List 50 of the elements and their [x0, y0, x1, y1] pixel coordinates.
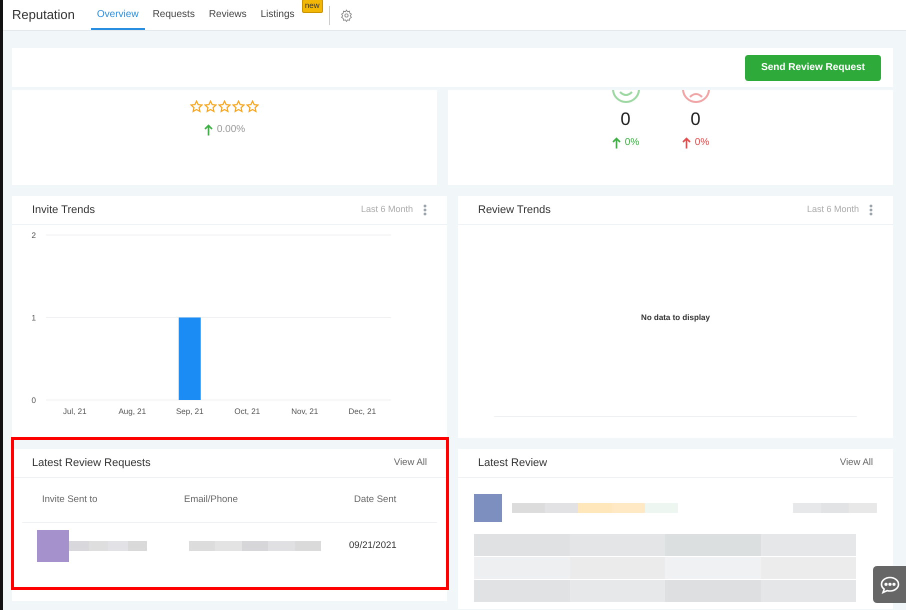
new-badge: new: [302, 0, 323, 13]
axis-tick-label: Oct, 21: [234, 407, 260, 416]
chat-button[interactable]: [873, 566, 906, 603]
avatar: [37, 530, 69, 562]
change-value: 0%: [624, 136, 640, 150]
nav-tab[interactable]: Reviews: [202, 0, 253, 30]
arrow-up-icon: [204, 124, 213, 136]
star-icon: [246, 100, 259, 113]
change-value: 0%: [694, 136, 710, 150]
star-icon: [190, 100, 203, 113]
column-header: Date Sent: [353, 492, 396, 507]
page-title: Reputation: [12, 6, 75, 24]
settings-icon[interactable]: [340, 8, 353, 22]
table-cell-text: 09/21/2021: [348, 538, 397, 553]
arrow-up-icon: [612, 136, 621, 148]
view-all-link[interactable]: View All: [840, 456, 873, 470]
nav-tab[interactable]: Overview: [90, 0, 145, 30]
card-title: Invite Trends: [32, 202, 95, 218]
axis-tick-label: Jul, 21: [62, 407, 87, 416]
chat-icon: [880, 576, 900, 594]
avatar: [474, 494, 502, 522]
period-label: Last 6 Month: [806, 203, 859, 216]
axis-tick-label: Dec, 21: [348, 407, 376, 416]
column-header: Email/Phone: [183, 492, 239, 507]
send-review-request-button[interactable]: Send Review Request: [745, 54, 881, 80]
axis-tick-label: 2: [32, 231, 36, 240]
star-icon: [232, 100, 245, 113]
axis-tick-label: 1: [32, 314, 36, 322]
card-title: Latest Review: [478, 456, 548, 471]
axis-tick-label: Nov, 21: [291, 407, 318, 416]
star-icon: [204, 100, 217, 113]
star-icon: [218, 100, 231, 113]
arrow-up-icon: [682, 136, 691, 148]
count-value: 0: [690, 108, 700, 131]
more-icon[interactable]: [423, 204, 427, 216]
count-value: 0: [620, 108, 630, 131]
axis-tick-label: Aug, 21: [118, 407, 146, 416]
card-title: Review Trends: [478, 202, 551, 218]
nav-tab[interactable]: Requests: [146, 0, 201, 30]
axis-tick-label: Sep, 21: [176, 407, 204, 416]
view-all-link[interactable]: View All: [394, 456, 427, 470]
column-header: Invite Sent to: [41, 492, 98, 507]
rating-change: 0.00%: [216, 123, 246, 137]
card-title: Latest Review Requests: [32, 456, 151, 471]
empty-message: No data to display: [641, 312, 710, 324]
smiley-icon: [610, 90, 640, 104]
sad-face-icon: [680, 90, 710, 104]
axis-tick-label: 0: [32, 396, 36, 405]
period-label: Last 6 Month: [360, 203, 413, 216]
more-icon[interactable]: [869, 204, 873, 216]
